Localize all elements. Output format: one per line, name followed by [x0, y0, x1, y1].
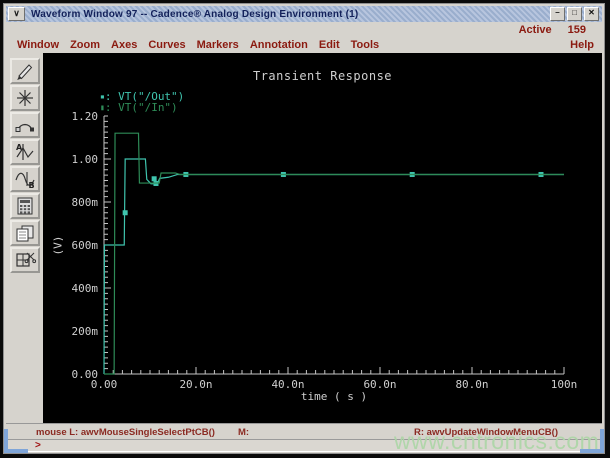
pen-icon[interactable]: [9, 58, 40, 84]
main-area: A B Transient Response ▪: VT("/Out") ▮: …: [6, 53, 602, 423]
left-toolbar: A B: [6, 53, 43, 423]
menu-window[interactable]: Window: [17, 39, 59, 51]
application-window: ∨ Waveform Window 97 -- Cadence® Analog …: [3, 3, 605, 454]
calculator-icon[interactable]: [9, 193, 40, 219]
minimize-icon[interactable]: –: [550, 7, 565, 21]
title-bar[interactable]: ∨ Waveform Window 97 -- Cadence® Analog …: [6, 6, 602, 22]
svg-text:400m: 400m: [72, 282, 99, 295]
maximize-icon[interactable]: □: [567, 7, 582, 21]
active-status-row: Active 159: [6, 22, 602, 37]
svg-text:600m: 600m: [72, 239, 99, 252]
menu-curves[interactable]: Curves: [148, 39, 185, 51]
waveform-canvas[interactable]: 0.00 20.0n 40.0n 60.0n 80.0n 100n0.00200m400m…: [43, 53, 602, 423]
svg-text:1.00: 1.00: [72, 153, 99, 166]
svg-text:0.00: 0.00: [72, 368, 99, 381]
active-count: 159: [567, 23, 586, 36]
close-icon[interactable]: ✕: [584, 7, 599, 21]
waveform-marker-b-icon[interactable]: B: [9, 166, 40, 192]
svg-text:1.20: 1.20: [72, 110, 99, 123]
svg-text:B: B: [28, 181, 34, 189]
copy-pages-icon[interactable]: [9, 220, 40, 246]
menu-tools[interactable]: Tools: [351, 39, 380, 51]
waveform-marker-a-icon[interactable]: A: [9, 139, 40, 165]
watermark: www.cntronics.com: [394, 428, 600, 454]
svg-text:800m: 800m: [72, 196, 99, 209]
menu-annotation[interactable]: Annotation: [250, 39, 308, 51]
menu-zoom[interactable]: Zoom: [70, 39, 100, 51]
starburst-icon[interactable]: [9, 85, 40, 111]
plot-area: Transient Response ▪: VT("/Out") ▮: VT("…: [43, 53, 602, 423]
resize-handle-bottom-left[interactable]: [4, 429, 28, 453]
menu-help[interactable]: Help: [570, 39, 594, 51]
menu-axes[interactable]: Axes: [111, 39, 137, 51]
status-mouse-middle: M:: [238, 427, 250, 438]
window-title: Waveform Window 97 -- Cadence® Analog De…: [31, 8, 359, 20]
x-axis-label: time ( s ): [300, 390, 368, 403]
window-menu-icon[interactable]: ∨: [8, 7, 25, 21]
status-mouse-left: mouse L: awvMouseSingleSelectPtCB(): [36, 427, 215, 438]
menu-bar: Window Zoom Axes Curves Markers Annotati…: [6, 37, 602, 53]
active-label: Active: [518, 23, 552, 36]
svg-text:200m: 200m: [72, 325, 99, 338]
prompt-symbol: >: [35, 440, 41, 451]
arc-probe-icon[interactable]: [9, 112, 40, 138]
window-cut-icon[interactable]: [9, 247, 40, 273]
window-controls: – □ ✕: [550, 7, 599, 21]
menu-markers[interactable]: Markers: [197, 39, 239, 51]
menu-edit[interactable]: Edit: [319, 39, 340, 51]
y-axis-label: (V): [51, 235, 65, 256]
